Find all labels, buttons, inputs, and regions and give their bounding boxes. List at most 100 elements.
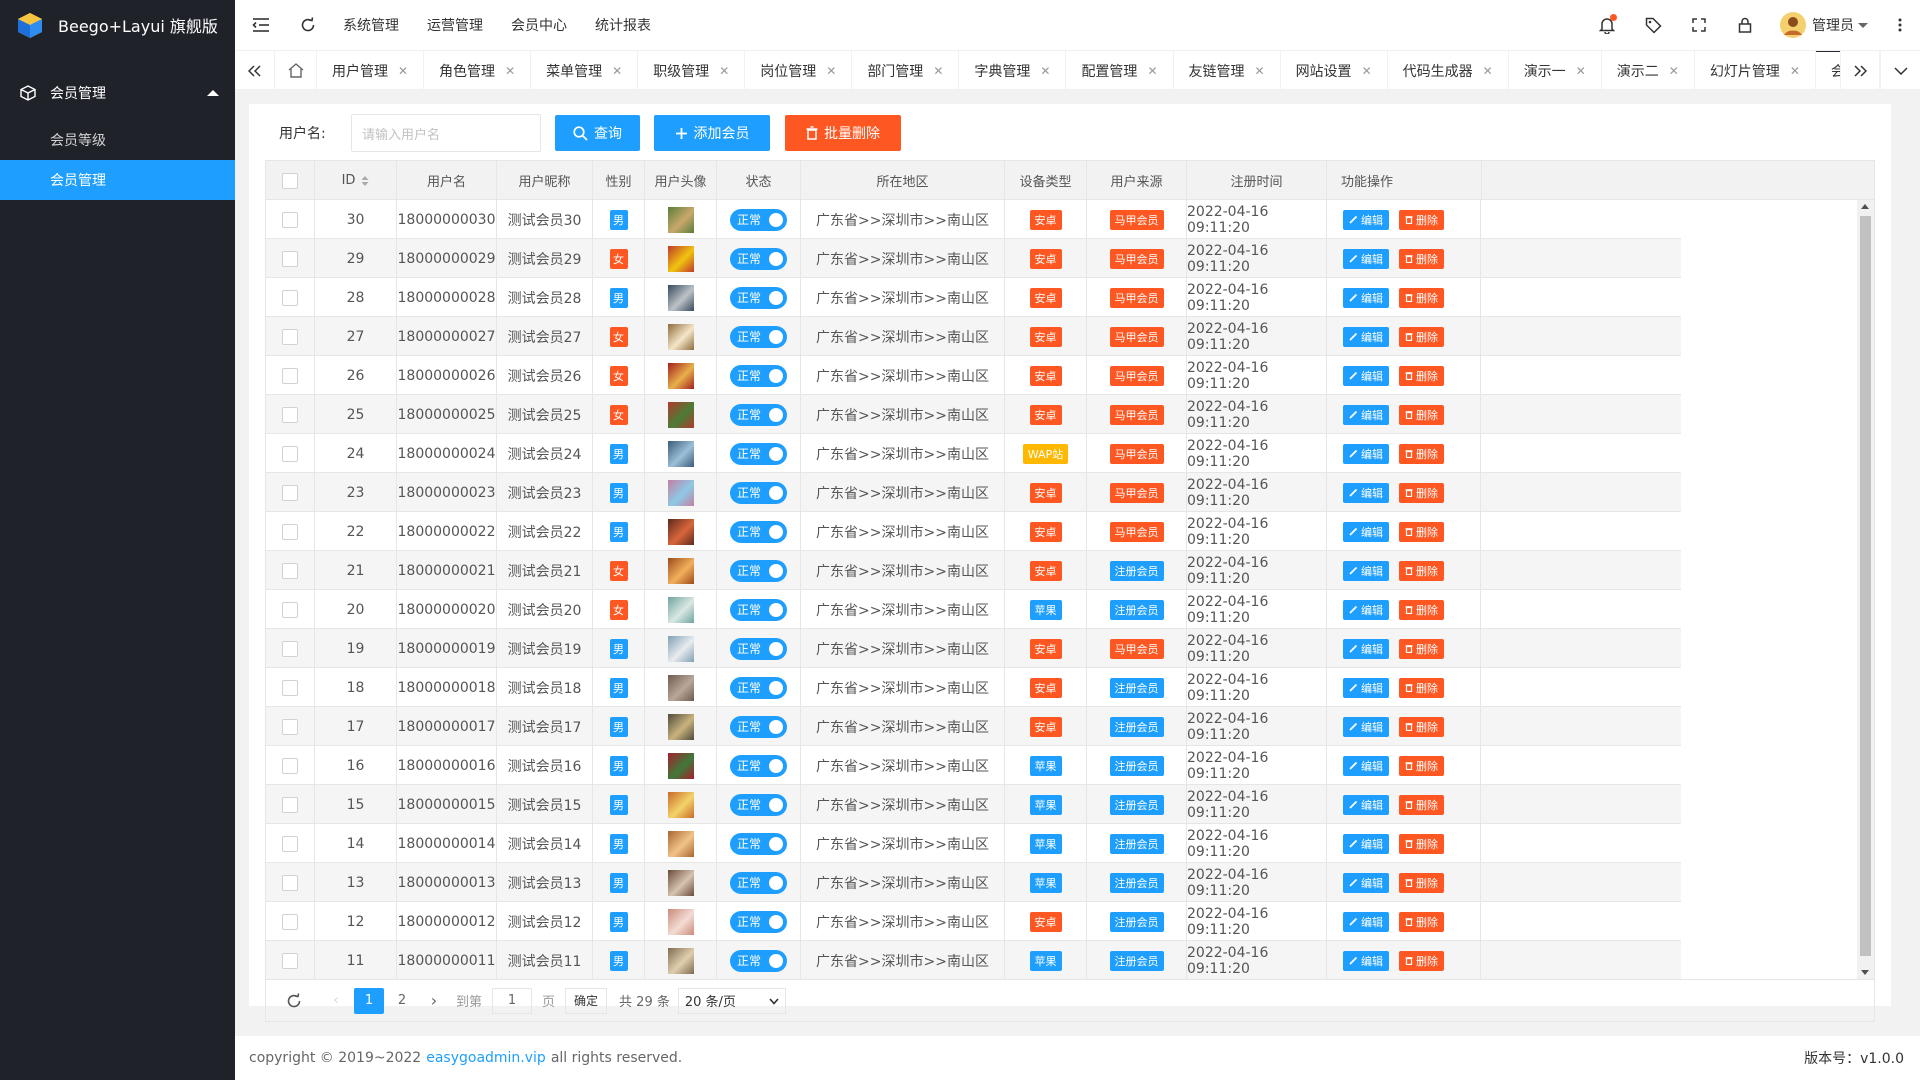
tab-item[interactable]: 幻灯片管理 ✕ <box>1695 51 1816 89</box>
edit-button[interactable]: 编辑 <box>1343 287 1389 308</box>
menu-fold-icon[interactable] <box>235 0 287 50</box>
status-switch[interactable]: 正常 <box>730 949 787 972</box>
cell-checkbox[interactable] <box>266 863 315 902</box>
user-avatar-image[interactable] <box>667 752 694 779</box>
tab-item[interactable]: 菜单管理 ✕ <box>531 51 639 89</box>
table-row[interactable]: 26 18000000026 测试会员26 女 正常 广东省>>深圳市>>南山区 安卓 马甲会… <box>266 356 1681 395</box>
cell-checkbox[interactable] <box>266 629 315 668</box>
status-switch[interactable]: 正常 <box>730 676 787 699</box>
scrollbar-thumb[interactable] <box>1860 216 1871 956</box>
delete-button[interactable]: 删除 <box>1399 872 1444 893</box>
edit-button[interactable]: 编辑 <box>1343 911 1389 932</box>
nav-statistics[interactable]: 统计报表 <box>581 0 665 50</box>
delete-button[interactable]: 删除 <box>1399 443 1444 464</box>
edit-button[interactable]: 编辑 <box>1343 755 1389 776</box>
row-checkbox[interactable] <box>282 679 298 696</box>
user-avatar-image[interactable] <box>667 830 694 857</box>
status-switch[interactable]: 正常 <box>730 910 787 933</box>
row-checkbox[interactable] <box>282 640 298 657</box>
page-1[interactable]: 1 <box>354 987 384 1014</box>
user-avatar-image[interactable] <box>667 206 694 233</box>
delete-button[interactable]: 删除 <box>1399 638 1444 659</box>
chevron-down-icon[interactable] <box>1880 51 1920 90</box>
status-switch[interactable]: 正常 <box>730 442 787 465</box>
nav-operation[interactable]: 运营管理 <box>413 0 497 50</box>
prev-page-icon[interactable]: ‹ <box>322 988 350 1014</box>
sidebar-group-member[interactable]: 会员管理 <box>0 66 235 120</box>
cell-checkbox[interactable] <box>266 941 315 979</box>
user-avatar-image[interactable] <box>667 791 694 818</box>
row-checkbox[interactable] <box>282 523 298 540</box>
sidebar-item-member-level[interactable]: 会员等级 <box>0 120 235 160</box>
row-checkbox[interactable] <box>282 601 298 618</box>
app-logo[interactable]: Beego+Layui 旗舰版 <box>0 0 235 50</box>
table-row[interactable]: 23 18000000023 测试会员23 男 正常 广东省>>深圳市>>南山区 安卓 马甲会… <box>266 473 1681 512</box>
row-checkbox[interactable] <box>282 328 298 345</box>
edit-button[interactable]: 编辑 <box>1343 599 1389 620</box>
delete-button[interactable]: 删除 <box>1399 326 1444 347</box>
table-row[interactable]: 14 18000000014 测试会员14 男 正常 广东省>>深圳市>>南山区 苹果 注册会… <box>266 824 1681 863</box>
page-size-select[interactable]: 20 条/页 <box>677 987 786 1014</box>
user-avatar-image[interactable] <box>667 362 694 389</box>
close-icon[interactable]: ✕ <box>1576 64 1586 78</box>
user-avatar-image[interactable] <box>667 557 694 584</box>
nav-member-center[interactable]: 会员中心 <box>497 0 581 50</box>
edit-button[interactable]: 编辑 <box>1343 365 1389 386</box>
edit-button[interactable]: 编辑 <box>1343 560 1389 581</box>
edit-button[interactable]: 编辑 <box>1343 677 1389 698</box>
user-avatar-image[interactable] <box>667 635 694 662</box>
row-checkbox[interactable] <box>282 367 298 384</box>
delete-button[interactable]: 删除 <box>1399 950 1444 971</box>
status-switch[interactable]: 正常 <box>730 598 787 621</box>
tab-item[interactable]: 角色管理 ✕ <box>424 51 532 89</box>
cell-checkbox[interactable] <box>266 707 315 746</box>
delete-button[interactable]: 删除 <box>1399 287 1444 308</box>
table-row[interactable]: 30 18000000030 测试会员30 男 正常 广东省>>深圳市>>南山区 安卓 马甲会… <box>266 200 1681 239</box>
sidebar-item-member-manage[interactable]: 会员管理 <box>0 160 235 200</box>
close-icon[interactable]: ✕ <box>398 64 408 78</box>
status-switch[interactable]: 正常 <box>730 871 787 894</box>
column-header[interactable]: ID <box>315 161 397 200</box>
edit-button[interactable]: 编辑 <box>1343 794 1389 815</box>
fullscreen-icon[interactable] <box>1676 0 1722 50</box>
close-icon[interactable]: ✕ <box>719 64 729 78</box>
tab-item[interactable]: 网站设置 ✕ <box>1281 51 1388 89</box>
table-row[interactable]: 27 18000000027 测试会员27 女 正常 广东省>>深圳市>>南山区 安卓 马甲会… <box>266 317 1681 356</box>
home-icon[interactable] <box>275 51 317 90</box>
table-row[interactable]: 20 18000000020 测试会员20 女 正常 广东省>>深圳市>>南山区 苹果 注册会… <box>266 590 1681 629</box>
tab-item[interactable]: 演示一 ✕ <box>1509 51 1602 89</box>
status-switch[interactable]: 正常 <box>730 520 787 543</box>
delete-button[interactable]: 删除 <box>1399 365 1444 386</box>
batch-delete-button[interactable]: 批量删除 <box>785 115 901 151</box>
table-row[interactable]: 16 18000000016 测试会员16 男 正常 广东省>>深圳市>>南山区 苹果 注册会… <box>266 746 1681 785</box>
close-icon[interactable]: ✕ <box>1255 64 1265 78</box>
scroll-up-icon[interactable] <box>1861 204 1869 209</box>
delete-button[interactable]: 删除 <box>1399 755 1444 776</box>
double-chevron-right-icon[interactable] <box>1840 51 1880 90</box>
user-avatar-image[interactable] <box>667 947 694 974</box>
row-checkbox[interactable] <box>282 445 298 462</box>
user-avatar-image[interactable] <box>667 908 694 935</box>
row-checkbox[interactable] <box>282 757 298 774</box>
status-switch[interactable]: 正常 <box>730 325 787 348</box>
delete-button[interactable]: 删除 <box>1399 482 1444 503</box>
close-icon[interactable]: ✕ <box>1147 64 1157 78</box>
user-avatar-image[interactable] <box>667 323 694 350</box>
delete-button[interactable]: 删除 <box>1399 599 1444 620</box>
scroll-down-icon[interactable] <box>1861 970 1869 975</box>
add-member-button[interactable]: 添加会员 <box>654 115 770 151</box>
status-switch[interactable]: 正常 <box>730 793 787 816</box>
close-icon[interactable]: ✕ <box>1362 64 1372 78</box>
table-row[interactable]: 22 18000000022 测试会员22 男 正常 广东省>>深圳市>>南山区 安卓 马甲会… <box>266 512 1681 551</box>
status-switch[interactable]: 正常 <box>730 832 787 855</box>
edit-button[interactable]: 编辑 <box>1343 443 1389 464</box>
delete-button[interactable]: 删除 <box>1399 404 1444 425</box>
close-icon[interactable]: ✕ <box>1040 64 1050 78</box>
row-checkbox[interactable] <box>282 874 298 891</box>
cell-checkbox[interactable] <box>266 512 315 551</box>
edit-button[interactable]: 编辑 <box>1343 209 1389 230</box>
user-avatar-image[interactable] <box>667 245 694 272</box>
sort-icon[interactable] <box>355 175 369 187</box>
select-all-checkbox[interactable] <box>266 161 315 200</box>
edit-button[interactable]: 编辑 <box>1343 833 1389 854</box>
